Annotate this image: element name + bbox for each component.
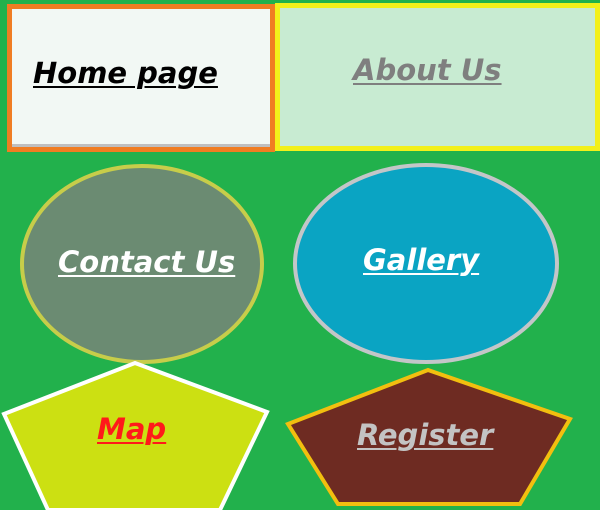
map-link[interactable]: Map bbox=[97, 412, 166, 446]
register-link[interactable]: Register bbox=[357, 418, 493, 452]
pentagon-shapes bbox=[1, 360, 573, 510]
